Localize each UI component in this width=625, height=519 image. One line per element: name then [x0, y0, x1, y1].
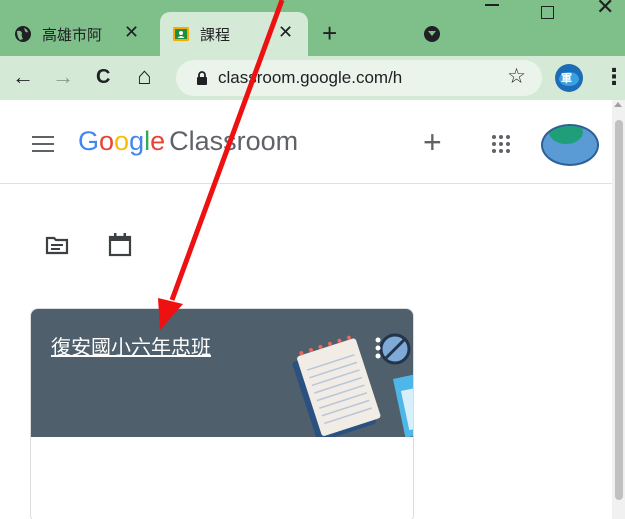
tab-search-icon[interactable]	[424, 26, 440, 42]
product-name: Classroom	[169, 126, 299, 156]
profile-glyph: 軍	[561, 73, 572, 85]
course-card-header: 復安國小六年忠班	[31, 309, 413, 437]
profile-avatar[interactable]: 軍	[555, 64, 583, 92]
bookmark-star-icon[interactable]: ☆	[507, 64, 526, 89]
lock-icon	[197, 71, 207, 85]
google-classroom-logo[interactable]: Google Classroom	[78, 126, 298, 157]
new-tab-button[interactable]: +	[322, 20, 337, 46]
scrollbar-thumb[interactable]	[615, 120, 623, 500]
forward-icon[interactable]: →	[52, 64, 74, 90]
course-card[interactable]: 復安國小六年忠班	[30, 308, 414, 519]
address-bar[interactable]: classroom.google.com/h ☆	[176, 60, 542, 96]
minimize-icon[interactable]	[485, 4, 499, 6]
account-avatar[interactable]	[541, 124, 599, 166]
classroom-favicon-icon	[173, 27, 189, 41]
classroom-header: Google Classroom +	[0, 100, 612, 184]
tab-close-icon[interactable]: ✕	[124, 22, 139, 43]
course-title-link[interactable]: 復安國小六年忠班	[51, 331, 211, 360]
calendar-icon[interactable]	[107, 232, 133, 258]
globe-icon	[15, 26, 31, 42]
window-close-icon[interactable]: ✕	[596, 0, 614, 20]
browser-tab-strip: 高雄市阿 ✕ 課程 ✕ + ✕	[0, 0, 625, 56]
browser-menu-icon[interactable]: ⋮	[603, 64, 625, 90]
home-icon[interactable]: ⌂	[137, 64, 152, 90]
browser-tab-school[interactable]: 高雄市阿 ✕	[0, 12, 160, 56]
url-text[interactable]: classroom.google.com/h	[218, 68, 402, 88]
create-or-join-class-button[interactable]: +	[423, 126, 442, 158]
browser-toolbar: ← → C ⌂ classroom.google.com/h ☆ 軍 ⋮	[0, 56, 625, 100]
browser-tab-classroom[interactable]: 課程 ✕	[160, 12, 308, 56]
scroll-up-icon[interactable]	[614, 102, 622, 107]
menu-icon[interactable]	[32, 136, 54, 152]
tab-close-icon[interactable]: ✕	[278, 22, 293, 43]
tab-title: 高雄市阿	[42, 26, 103, 44]
course-more-options-icon[interactable]	[373, 329, 413, 369]
tab-title: 課程	[200, 26, 231, 44]
maximize-icon[interactable]	[541, 6, 554, 19]
back-icon[interactable]: ←	[12, 64, 34, 90]
apps-grid-icon[interactable]	[492, 135, 510, 153]
reload-icon[interactable]: C	[96, 64, 110, 90]
todo-folder-icon[interactable]	[44, 232, 70, 258]
